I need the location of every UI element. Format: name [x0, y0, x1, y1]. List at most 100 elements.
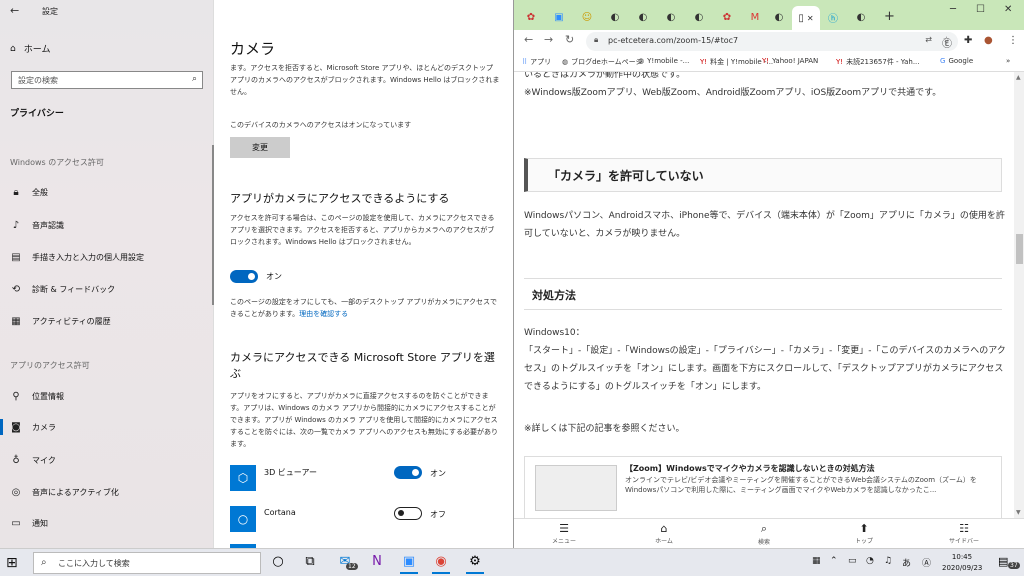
settings-gear-icon[interactable]: ⚙ — [462, 554, 488, 574]
bottom-nav-top[interactable]: ⬆ トップ — [834, 522, 894, 545]
lock-icon: 🔒︎ — [594, 35, 599, 44]
tab-active[interactable]: ▯ ✕ — [792, 6, 820, 30]
app-name-cortana: Cortana — [264, 508, 296, 517]
ime-mode-icon[interactable]: あ — [902, 556, 911, 569]
yahoo-icon: Y! — [836, 58, 844, 66]
maximize-icon[interactable]: ☐ — [976, 4, 985, 15]
page-scrollbar[interactable]: ▲ ▼ — [1014, 72, 1024, 518]
bottom-nav-sidebar[interactable]: ☷ サイドバー — [934, 522, 994, 545]
tab-5[interactable]: ◐ — [630, 8, 656, 26]
scroll-down-icon[interactable]: ▼ — [1016, 509, 1021, 516]
smiley-icon: ☺ — [581, 11, 593, 23]
tab-13[interactable]: ◐ — [848, 8, 874, 26]
bottom-nav-label: ホーム — [655, 538, 673, 545]
home-icon: ⌂ — [10, 43, 16, 54]
tab-3[interactable]: ☺ — [574, 8, 600, 26]
task-view-icon[interactable]: ⧉ — [297, 554, 323, 569]
bookmark-yahoo-mail[interactable]: Y! 未読213657件 - Yah... — [836, 57, 920, 67]
globe-icon: ◍ — [638, 57, 645, 65]
notification-center-icon[interactable]: ▤ — [998, 555, 1008, 568]
bottom-nav-search[interactable]: ⌕ 検索 — [734, 522, 794, 546]
nav-item-general[interactable]: 🔒︎ 全般 — [10, 187, 210, 198]
allow-toggle-state: オン — [266, 272, 282, 281]
back-icon[interactable]: ← — [524, 33, 533, 46]
article-steps: 「スタート」-「設定」-「Windowsの設定」-「プライバシー」-「カメラ」-… — [524, 346, 1006, 392]
tray-app-icon[interactable]: ▦ — [812, 556, 821, 566]
tab-6[interactable]: ◐ — [658, 8, 684, 26]
minimize-icon[interactable]: ─ — [950, 4, 956, 15]
menu-icon: ☰ — [559, 522, 569, 535]
tab-4[interactable]: ◐ — [602, 8, 628, 26]
nav-item-microphone[interactable]: ♁ マイク — [10, 455, 210, 466]
scrollbar-thumb[interactable] — [1016, 234, 1023, 264]
extensions-puzzle-icon[interactable]: ✚ — [964, 35, 972, 46]
allow-apps-toggle[interactable] — [230, 270, 258, 283]
zoom-icon[interactable]: ▣ — [396, 554, 422, 574]
site-icon: ◐ — [856, 11, 866, 23]
nav-item-voice-activation[interactable]: ◎ 音声によるアクティブ化 — [10, 487, 210, 498]
bookmark-apps[interactable]: ⠿ アプリ — [522, 57, 551, 67]
wifi-icon[interactable]: ◔ — [866, 556, 874, 566]
close-icon[interactable]: ✕ — [1004, 4, 1012, 15]
reload-icon[interactable]: ↻ — [565, 33, 574, 46]
tab-2[interactable]: ▣ — [546, 8, 572, 26]
nav-item-notifications[interactable]: ▭ 通知 — [10, 518, 210, 529]
nav-item-camera[interactable]: ◙ カメラ — [0, 419, 210, 435]
tab-7[interactable]: ◐ — [686, 8, 712, 26]
menu-kebab-icon[interactable]: ⋮ — [1008, 35, 1018, 46]
related-article-card[interactable]: 【Zoom】Windowsでマイクやカメラを認識しないときの対処方法 オンライン… — [524, 456, 1002, 518]
nav-item-speech[interactable]: ♪ 音声認識 — [10, 220, 210, 231]
taskbar-clock[interactable]: 10:45 2020/09/23 — [942, 552, 982, 574]
tab-close-icon[interactable]: ✕ — [807, 14, 814, 23]
app-toggle-cortana[interactable] — [394, 507, 422, 520]
nav-item-location[interactable]: ⚲ 位置情報 — [10, 391, 210, 402]
notification-icon: ▭ — [11, 518, 21, 529]
tab-12[interactable]: ⓗ — [820, 8, 846, 26]
bottom-nav-label: サイドバー — [948, 538, 979, 545]
bookmarks-overflow-icon[interactable]: » — [1006, 57, 1010, 65]
translate-icon[interactable]: ⇄ — [925, 35, 932, 44]
app-toggle-3d-viewer[interactable] — [394, 466, 422, 479]
tab-8[interactable]: ✿ — [714, 8, 740, 26]
nav-item-inking[interactable]: ▤ 手描き入力と入力の個人用設定 — [10, 252, 210, 263]
bookmark-google[interactable]: G Google — [940, 57, 973, 65]
taskbar-search-input[interactable]: ⌕ ここに入力して検索 — [33, 552, 261, 574]
cortana-icon[interactable]: ○ — [265, 554, 291, 569]
bottom-nav-menu[interactable]: ☰ メニュー — [534, 522, 594, 545]
forward-icon[interactable]: → — [544, 33, 553, 46]
windows-start-icon[interactable]: ⊞ — [6, 555, 18, 571]
new-tab-plus-icon[interactable]: + — [884, 9, 895, 24]
site-icon: ◐ — [638, 11, 648, 23]
settings-search-input[interactable]: 設定の検索 ⌕ — [11, 71, 203, 89]
learn-why-link[interactable]: 理由を確認する — [299, 310, 348, 318]
bookmark-ymobile[interactable]: ◍ Y!mobile -... — [638, 57, 689, 65]
volume-icon[interactable]: ♫ — [884, 556, 892, 566]
nav-item-diagnostics[interactable]: ⟲ 診断 & フィードバック — [10, 284, 210, 295]
bottom-nav-home[interactable]: ⌂ ホーム — [634, 522, 694, 545]
url-text: pc-etcetera.com/zoom-15/#toc7 — [608, 36, 739, 45]
bookmark-yahoo[interactable]: Y! Yahoo! JAPAN — [762, 57, 818, 65]
scroll-up-icon[interactable]: ▲ — [1016, 74, 1021, 81]
tray-overflow-icon[interactable]: ⌃ — [830, 556, 838, 566]
nav-home[interactable]: ⌂ ホーム — [10, 42, 50, 56]
chrome-icon[interactable]: ◉ — [428, 554, 454, 574]
section-windows-permissions: Windows のアクセス許可 — [10, 158, 104, 167]
tab-1[interactable]: ✿ — [518, 8, 544, 26]
article-text-common: ※Windows版Zoomアプリ、Web版Zoom、Android版Zoomアプ… — [524, 88, 942, 98]
address-bar[interactable]: 🔒︎ pc-etcetera.com/zoom-15/#toc7 ⇄ ☆ — [586, 32, 958, 51]
microphone-icon: ♁ — [12, 455, 20, 466]
desktop-note-text: このページの設定をオフにしても、一部のデスクトップ アプリがカメラにアクセスでき… — [230, 298, 497, 318]
back-arrow-icon[interactable]: ← — [10, 4, 19, 17]
lock-icon: 🔒︎ — [13, 187, 19, 198]
nav-item-activity[interactable]: ▦ アクティビティの履歴 — [10, 316, 210, 327]
tab-10[interactable]: ◐ — [766, 8, 792, 26]
bottom-nav-label: メニュー — [551, 538, 576, 545]
extension-icon[interactable]: Ⓔ — [942, 35, 952, 50]
bookmark-blog[interactable]: ◍ ブログdeホームページ — [562, 57, 643, 67]
avatar[interactable]: ● — [984, 35, 993, 46]
tab-9[interactable]: M — [742, 8, 768, 26]
change-button[interactable]: 変更 — [230, 137, 290, 158]
ime-icon[interactable]: Ⓐ — [922, 556, 931, 569]
battery-icon[interactable]: ▭ — [848, 556, 857, 566]
onenote-icon[interactable]: N — [364, 554, 390, 569]
